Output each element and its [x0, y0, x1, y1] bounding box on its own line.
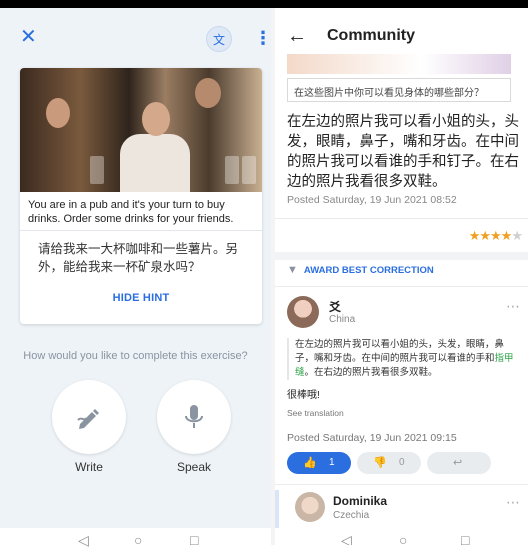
star-rating[interactable]: ★★★★★ — [468, 228, 523, 244]
see-translation-link[interactable]: See translation — [287, 408, 344, 418]
pub-photo — [20, 68, 262, 192]
award-label: AWARD BEST CORRECTION — [303, 265, 434, 276]
pencil-icon — [52, 380, 126, 454]
commenter-country: Czechia — [333, 510, 370, 521]
more-options-icon[interactable]: ⋮ — [254, 26, 272, 50]
thumbs-up-icon: 👍 — [303, 457, 317, 469]
speak-label: Speak — [176, 460, 212, 474]
translate-button[interactable]: 文 — [206, 26, 232, 52]
status-bar — [0, 0, 528, 8]
home-nav-icon[interactable]: ○ — [134, 532, 142, 548]
hint-text: 请给我来一大杯咖啡和一些薯片。另外，能给我来一杯矿泉水吗？ — [38, 242, 239, 274]
system-nav-bar: ◁ ○ □ — [275, 528, 528, 545]
commenter-name[interactable]: Dominika — [333, 494, 387, 508]
exercise-image — [287, 54, 511, 74]
reply-button[interactable]: ↩ — [427, 452, 491, 474]
back-nav-icon[interactable]: ◁ — [341, 532, 352, 545]
community-panel: ← Community 在这些图片中你可以看见身体的哪些部分？ 在左边的照片我可… — [275, 8, 528, 545]
star-icon: ★★★★ — [468, 228, 513, 243]
thumbs-down-icon: 👎 — [373, 457, 387, 469]
avatar[interactable] — [287, 296, 319, 328]
like-count: 1 — [329, 457, 335, 468]
correction-text: 在左边的照片我可以看小姐的头，头发，眼睛，鼻子，嘴和牙齿。在中间的照片我可以看谁… — [287, 338, 521, 380]
award-best-correction-button[interactable]: ▼ AWARD BEST CORRECTION — [287, 264, 434, 276]
section-gap — [275, 252, 528, 260]
divider — [275, 484, 528, 485]
dislike-count: 0 — [399, 457, 405, 468]
exercise-question: 在这些图片中你可以看见身体的哪些部分？ — [287, 78, 511, 102]
reply-icon: ↩ — [453, 457, 463, 469]
like-button[interactable]: 👍 1 — [287, 452, 351, 474]
divider — [275, 218, 528, 219]
page-title: Community — [327, 27, 415, 44]
commenter-country: China — [329, 314, 356, 325]
system-nav-bar: ◁ ○ □ — [0, 528, 271, 553]
speak-button[interactable] — [157, 380, 231, 454]
star-empty-icon: ★ — [511, 228, 523, 243]
avatar[interactable] — [295, 492, 325, 522]
dislike-button[interactable]: 👎 0 — [357, 452, 421, 474]
commenter-name[interactable]: 爻 — [329, 298, 341, 315]
submission-timestamp: Posted Saturday, 19 Jun 2021 08:52 — [287, 194, 457, 206]
more-options-icon[interactable]: ⋯ — [506, 494, 520, 511]
divider — [20, 230, 262, 231]
divider — [275, 286, 528, 287]
back-arrow-icon[interactable]: ← — [287, 26, 307, 46]
exercise-panel: ✕ 文 ⋮ You are in a pub and it's your tur… — [0, 8, 272, 553]
completion-question: How would you like to complete this exer… — [23, 350, 248, 362]
write-button[interactable] — [52, 380, 126, 454]
exercise-card: You are in a pub and it's your turn to b… — [20, 68, 262, 324]
more-options-icon[interactable]: ⋯ — [506, 298, 520, 315]
back-nav-icon[interactable]: ◁ — [78, 532, 89, 549]
task-instructions: You are in a pub and it's your turn to b… — [28, 199, 234, 225]
write-label: Write — [75, 460, 103, 474]
microphone-icon — [157, 380, 231, 454]
comment-timestamp: Posted Saturday, 19 Jun 2021 09:15 — [287, 432, 457, 444]
submission-text: 在左边的照片我可以看小姐的头，头发，眼睛，鼻子，嘴和牙齿。在中间的照片我可以看谁… — [287, 114, 519, 190]
hide-hint-button[interactable]: HIDE HINT — [20, 292, 262, 304]
recents-nav-icon[interactable]: □ — [461, 532, 469, 545]
trophy-icon: ▼ — [287, 264, 298, 276]
close-icon[interactable]: ✕ — [20, 27, 38, 47]
recents-nav-icon[interactable]: □ — [190, 532, 198, 548]
reply-indent-bar — [275, 490, 279, 528]
comment-text: 很棒哦! — [287, 390, 320, 401]
home-nav-icon[interactable]: ○ — [399, 532, 407, 545]
